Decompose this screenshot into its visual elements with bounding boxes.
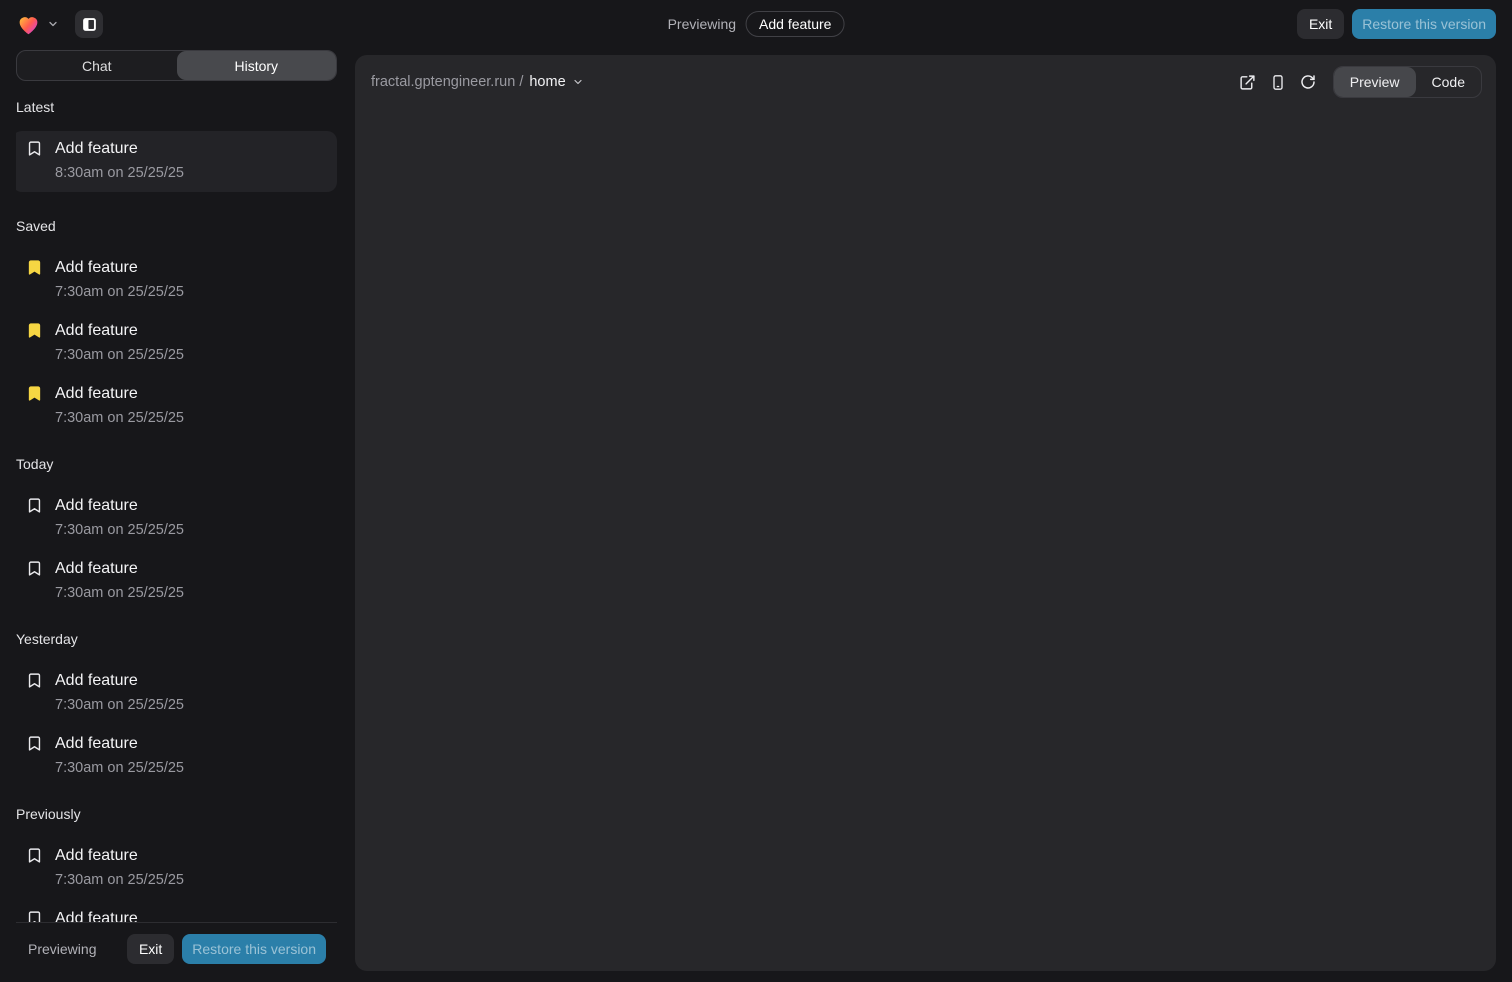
lovable-heart-logo[interactable] xyxy=(16,12,41,37)
chevron-down-icon[interactable] xyxy=(47,18,59,30)
preview-toolbar: Preview Code xyxy=(1232,66,1482,98)
tab-chat[interactable]: Chat xyxy=(17,51,177,80)
tab-history[interactable]: History xyxy=(177,51,337,80)
bookmark-icon xyxy=(26,735,43,752)
topbar-right: Exit Restore this version xyxy=(1297,9,1496,39)
history-item-title: Add feature xyxy=(55,844,184,868)
preview-content xyxy=(355,99,1496,971)
history-item-timestamp: 7:30am on 25/25/25 xyxy=(55,756,184,780)
external-link-icon xyxy=(1239,74,1256,91)
history-item[interactable]: Add feature7:30am on 25/25/25 xyxy=(16,669,337,717)
refresh-button[interactable] xyxy=(1300,74,1316,90)
tab-preview[interactable]: Preview xyxy=(1334,67,1416,97)
open-in-new-tab-button[interactable] xyxy=(1239,74,1256,91)
bookmark-saved-icon xyxy=(26,385,43,402)
history-section: YesterdayAdd feature7:30am on 25/25/25Ad… xyxy=(16,631,337,780)
history-item-timestamp: 7:30am on 25/25/25 xyxy=(55,693,184,717)
history-item[interactable]: Add feature7:30am on 25/25/25 xyxy=(16,844,337,892)
preview-url-selector[interactable]: fractal.gptengineer.run / home xyxy=(371,74,584,90)
history-item[interactable]: Add feature7:30am on 25/25/25 xyxy=(16,494,337,542)
history-item[interactable]: Add feature7:30am on 25/25/25 xyxy=(16,382,337,430)
history-section: TodayAdd feature7:30am on 25/25/25Add fe… xyxy=(16,456,337,605)
bookmark-icon xyxy=(26,847,43,864)
history-item-title: Add feature xyxy=(55,732,184,756)
history-item-title: Add feature xyxy=(55,382,184,406)
history-item-text: Add feature7:30am on 25/25/25 xyxy=(55,256,184,304)
bookmark-icon xyxy=(26,910,43,922)
mobile-view-button[interactable] xyxy=(1270,74,1286,91)
history-item-timestamp: 7:30am on 25/25/25 xyxy=(55,868,184,892)
history-section: SavedAdd feature7:30am on 25/25/25Add fe… xyxy=(16,218,337,430)
history-item[interactable]: Add feature7:30am on 25/25/25 xyxy=(16,256,337,304)
history-item-text: Add feature7:30am on 25/25/25 xyxy=(55,319,184,367)
preview-panel-header: fractal.gptengineer.run / home xyxy=(355,55,1496,99)
history-item-timestamp: 8:30am on 25/25/25 xyxy=(55,161,184,185)
sidebar-toggle-button[interactable] xyxy=(75,10,103,38)
bookmark-icon xyxy=(26,497,43,514)
history-item-text: Add feature7:30am on 25/25/25 xyxy=(55,907,184,922)
history-item[interactable]: Add feature7:30am on 25/25/25 xyxy=(16,557,337,605)
history-item[interactable]: Add feature7:30am on 25/25/25 xyxy=(16,732,337,780)
footer-exit-button[interactable]: Exit xyxy=(127,934,174,964)
preview-panel: fractal.gptengineer.run / home xyxy=(355,55,1496,971)
history-item-timestamp: 7:30am on 25/25/25 xyxy=(55,280,184,304)
history-list: LatestAdd feature8:30am on 25/25/25Saved… xyxy=(16,81,337,922)
section-title: Saved xyxy=(16,218,337,234)
section-title: Yesterday xyxy=(16,631,337,647)
history-item-title: Add feature xyxy=(55,669,184,693)
topbar: Previewing Add feature Exit Restore this… xyxy=(0,0,1512,48)
history-item[interactable]: Add feature8:30am on 25/25/25 xyxy=(16,131,337,192)
chevron-down-icon xyxy=(572,76,584,88)
previewing-status-label: Previewing xyxy=(28,941,96,957)
history-item-text: Add feature7:30am on 25/25/25 xyxy=(55,844,184,892)
history-item-title: Add feature xyxy=(55,557,184,581)
history-item-text: Add feature7:30am on 25/25/25 xyxy=(55,669,184,717)
history-section: Latest Add feature8:30am on 25/25/25 xyxy=(16,99,337,192)
history-item[interactable]: Add feature7:30am on 25/25/25 xyxy=(16,907,337,922)
smartphone-icon xyxy=(1270,74,1286,91)
previewing-label: Previewing xyxy=(668,16,736,32)
preview-url-page: home xyxy=(529,74,565,90)
history-sidebar: Chat History LatestAdd feature8:30am on … xyxy=(16,50,337,982)
history-item-timestamp: 7:30am on 25/25/25 xyxy=(55,581,184,605)
section-title: Today xyxy=(16,456,337,472)
bookmark-icon xyxy=(26,560,43,577)
history-item-text: Add feature7:30am on 25/25/25 xyxy=(55,732,184,780)
sidebar-tabs: Chat History xyxy=(16,50,337,81)
bookmark-saved-icon xyxy=(26,259,43,276)
history-item[interactable]: Add feature7:30am on 25/25/25 xyxy=(16,319,337,367)
history-item-timestamp: 7:30am on 25/25/25 xyxy=(55,518,184,542)
history-section: PreviouslyAdd feature7:30am on 25/25/25A… xyxy=(16,806,337,922)
section-title: Latest xyxy=(16,99,337,115)
topbar-left xyxy=(16,10,103,38)
exit-button[interactable]: Exit xyxy=(1297,9,1344,39)
version-badge: Add feature xyxy=(746,11,844,37)
topbar-center: Previewing Add feature xyxy=(668,0,845,48)
history-item-text: Add feature7:30am on 25/25/25 xyxy=(55,557,184,605)
tab-code[interactable]: Code xyxy=(1416,67,1481,97)
history-item-title: Add feature xyxy=(55,319,184,343)
history-item-text: Add feature8:30am on 25/25/25 xyxy=(55,137,184,185)
bookmark-icon xyxy=(26,672,43,689)
section-title: Previously xyxy=(16,806,337,822)
refresh-icon xyxy=(1300,74,1316,90)
history-item-timestamp: 7:30am on 25/25/25 xyxy=(55,343,184,367)
history-item-title: Add feature xyxy=(55,256,184,280)
history-item-title: Add feature xyxy=(55,494,184,518)
restore-version-button[interactable]: Restore this version xyxy=(1352,9,1496,39)
bookmark-saved-icon xyxy=(26,322,43,339)
view-mode-tabs: Preview Code xyxy=(1333,66,1482,98)
history-item-title: Add feature xyxy=(55,137,184,161)
panel-left-icon xyxy=(81,16,98,33)
history-item-timestamp: 7:30am on 25/25/25 xyxy=(55,406,184,430)
history-item-text: Add feature7:30am on 25/25/25 xyxy=(55,382,184,430)
preview-url-host: fractal.gptengineer.run / xyxy=(371,74,523,90)
footer-restore-version-button[interactable]: Restore this version xyxy=(182,934,326,964)
sidebar-footer: Previewing Exit Restore this version xyxy=(16,922,337,982)
bookmark-icon xyxy=(26,140,43,157)
history-item-text: Add feature7:30am on 25/25/25 xyxy=(55,494,184,542)
history-item-title: Add feature xyxy=(55,907,184,922)
